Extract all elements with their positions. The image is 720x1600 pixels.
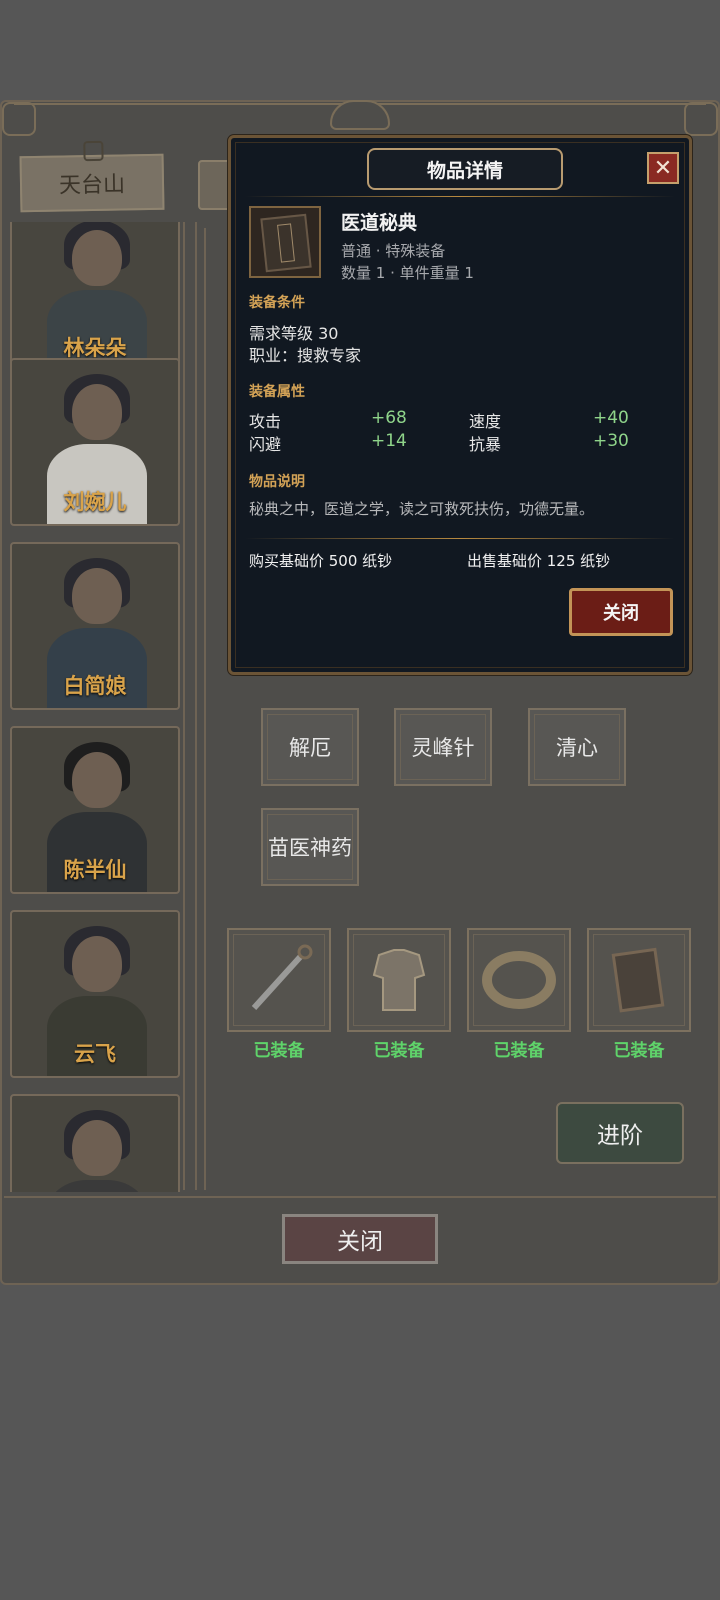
armor-icon bbox=[372, 949, 426, 1011]
equip-slot-book[interactable] bbox=[587, 928, 691, 1032]
skill-label: 灵峰针 bbox=[411, 736, 475, 760]
frame-corner-right bbox=[684, 102, 718, 136]
item-icon bbox=[249, 206, 321, 278]
divider bbox=[245, 538, 675, 539]
modal-title: 物品详情 bbox=[367, 148, 563, 190]
stat-label: 攻击 bbox=[249, 412, 282, 431]
skill-button[interactable]: 苗医神药 bbox=[261, 808, 359, 886]
stat-label: 抗暴 bbox=[469, 435, 502, 454]
req-header: 装备条件 bbox=[249, 295, 305, 311]
advance-label: 进阶 bbox=[597, 1123, 643, 1149]
character-card[interactable]: 陈半仙 bbox=[10, 726, 180, 894]
equip-slot-accessory[interactable] bbox=[467, 928, 571, 1032]
frame-corner-left bbox=[2, 102, 36, 136]
skill-button[interactable]: 清心 bbox=[528, 708, 626, 786]
item-description: 秘典之中，医道之学，读之可救死扶伤，功德无量。 bbox=[249, 500, 595, 518]
skill-button[interactable]: 解厄 bbox=[261, 708, 359, 786]
close-icon[interactable]: ✕ bbox=[647, 152, 679, 184]
equip-slot-weapon[interactable] bbox=[227, 928, 331, 1032]
equip-status: 已装备 bbox=[253, 1041, 305, 1061]
bracelet-icon bbox=[482, 951, 556, 1009]
sell-price: 出售基础价 125 纸钞 bbox=[467, 552, 611, 570]
divider bbox=[245, 196, 675, 197]
buy-price: 购买基础价 500 纸钞 bbox=[249, 552, 393, 570]
req-level: 需求等级 30 bbox=[249, 324, 339, 343]
portrait bbox=[42, 1110, 152, 1192]
character-card[interactable] bbox=[10, 1094, 180, 1192]
skill-label: 苗医神药 bbox=[268, 836, 352, 860]
map-tab[interactable]: 天台山 bbox=[19, 140, 165, 213]
list-scroll-rail bbox=[183, 222, 197, 1190]
book-icon bbox=[260, 213, 312, 273]
attr-header: 装备属性 bbox=[249, 384, 305, 400]
frame-ornament bbox=[330, 100, 390, 130]
desc-header: 物品说明 bbox=[249, 474, 305, 490]
advance-button[interactable]: 进阶 bbox=[556, 1102, 684, 1164]
req-job: 职业：搜救专家 bbox=[249, 346, 362, 365]
book-icon bbox=[611, 947, 665, 1013]
character-list[interactable]: 林朵朵 刘婉儿 白简娘 陈半仙 云飞 bbox=[4, 222, 194, 1192]
skill-button[interactable]: 灵峰针 bbox=[394, 708, 492, 786]
equip-slot-armor[interactable] bbox=[347, 928, 451, 1032]
skill-label: 清心 bbox=[556, 736, 598, 760]
equip-status: 已装备 bbox=[373, 1041, 425, 1061]
stat-value: +30 bbox=[593, 431, 629, 451]
character-card[interactable]: 云飞 bbox=[10, 910, 180, 1078]
character-card[interactable]: 白简娘 bbox=[10, 542, 180, 710]
character-card[interactable]: 林朵朵 bbox=[10, 222, 180, 372]
stat-label: 闪避 bbox=[249, 435, 282, 454]
stat-label: 速度 bbox=[469, 412, 502, 431]
character-name: 云飞 bbox=[74, 1042, 116, 1066]
close-button[interactable]: 关闭 bbox=[282, 1214, 438, 1264]
item-rarity: 普通 · 特殊装备 bbox=[341, 242, 446, 260]
stat-value: +40 bbox=[593, 408, 629, 428]
map-tab-label: 天台山 bbox=[58, 172, 126, 199]
character-name: 陈半仙 bbox=[63, 858, 127, 882]
character-name: 刘婉儿 bbox=[63, 490, 127, 514]
stat-value: +14 bbox=[371, 431, 407, 451]
clip-icon bbox=[83, 140, 104, 162]
item-name: 医道秘典 bbox=[341, 212, 418, 234]
character-card[interactable]: 刘婉儿 bbox=[10, 358, 180, 526]
item-quantity: 数量 1 · 单件重量 1 bbox=[341, 264, 474, 282]
character-name: 白简娘 bbox=[63, 674, 127, 698]
item-detail-modal: 物品详情 ✕ 医道秘典 普通 · 特殊装备 数量 1 · 单件重量 1 装备条件… bbox=[228, 135, 692, 675]
stat-value: +68 bbox=[371, 408, 407, 428]
map-tab-secondary[interactable] bbox=[198, 160, 232, 210]
skill-label: 解厄 bbox=[289, 736, 331, 760]
close-label: 关闭 bbox=[337, 1229, 383, 1255]
modal-close-button[interactable]: 关闭 bbox=[569, 588, 673, 636]
equip-status: 已装备 bbox=[613, 1041, 665, 1061]
equip-status: 已装备 bbox=[493, 1041, 545, 1061]
modal-close-label: 关闭 bbox=[603, 603, 639, 624]
dagger-icon bbox=[251, 944, 313, 1011]
